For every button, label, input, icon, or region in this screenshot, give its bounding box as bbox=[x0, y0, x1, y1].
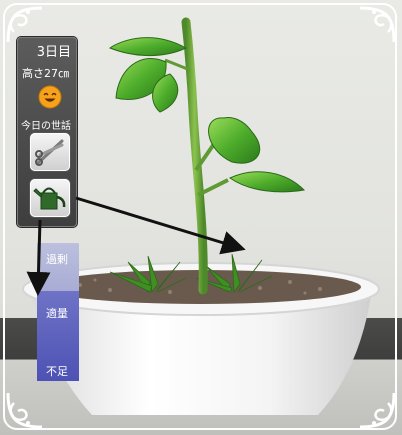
gauge-label-insufficient: 不足 bbox=[46, 365, 68, 378]
corner-ornament-top-right bbox=[359, 6, 396, 43]
watering-can-icon bbox=[33, 187, 66, 210]
watering-can-button[interactable] bbox=[30, 179, 70, 217]
game-scene: 3日目 高さ27㎝ 今日の世話 過剰 適量 不足 bbox=[0, 0, 402, 435]
day-counter: 3日目 bbox=[36, 45, 71, 60]
gauge-label-excess: 過剰 bbox=[46, 253, 68, 266]
smiling-face-icon bbox=[38, 85, 62, 109]
scissors-button[interactable] bbox=[30, 133, 70, 171]
plant-height: 高さ27㎝ bbox=[22, 67, 69, 80]
gauge-label-adequate: 適量 bbox=[46, 307, 68, 320]
corner-ornament-bottom-left bbox=[6, 392, 43, 429]
water-gauge: 過剰 適量 不足 bbox=[37, 243, 79, 381]
today-care-label: 今日の世話 bbox=[21, 121, 71, 132]
status-panel: 3日目 高さ27㎝ 今日の世話 bbox=[17, 37, 77, 227]
corner-ornament-bottom-right bbox=[359, 392, 396, 429]
scissors-icon bbox=[35, 139, 64, 166]
